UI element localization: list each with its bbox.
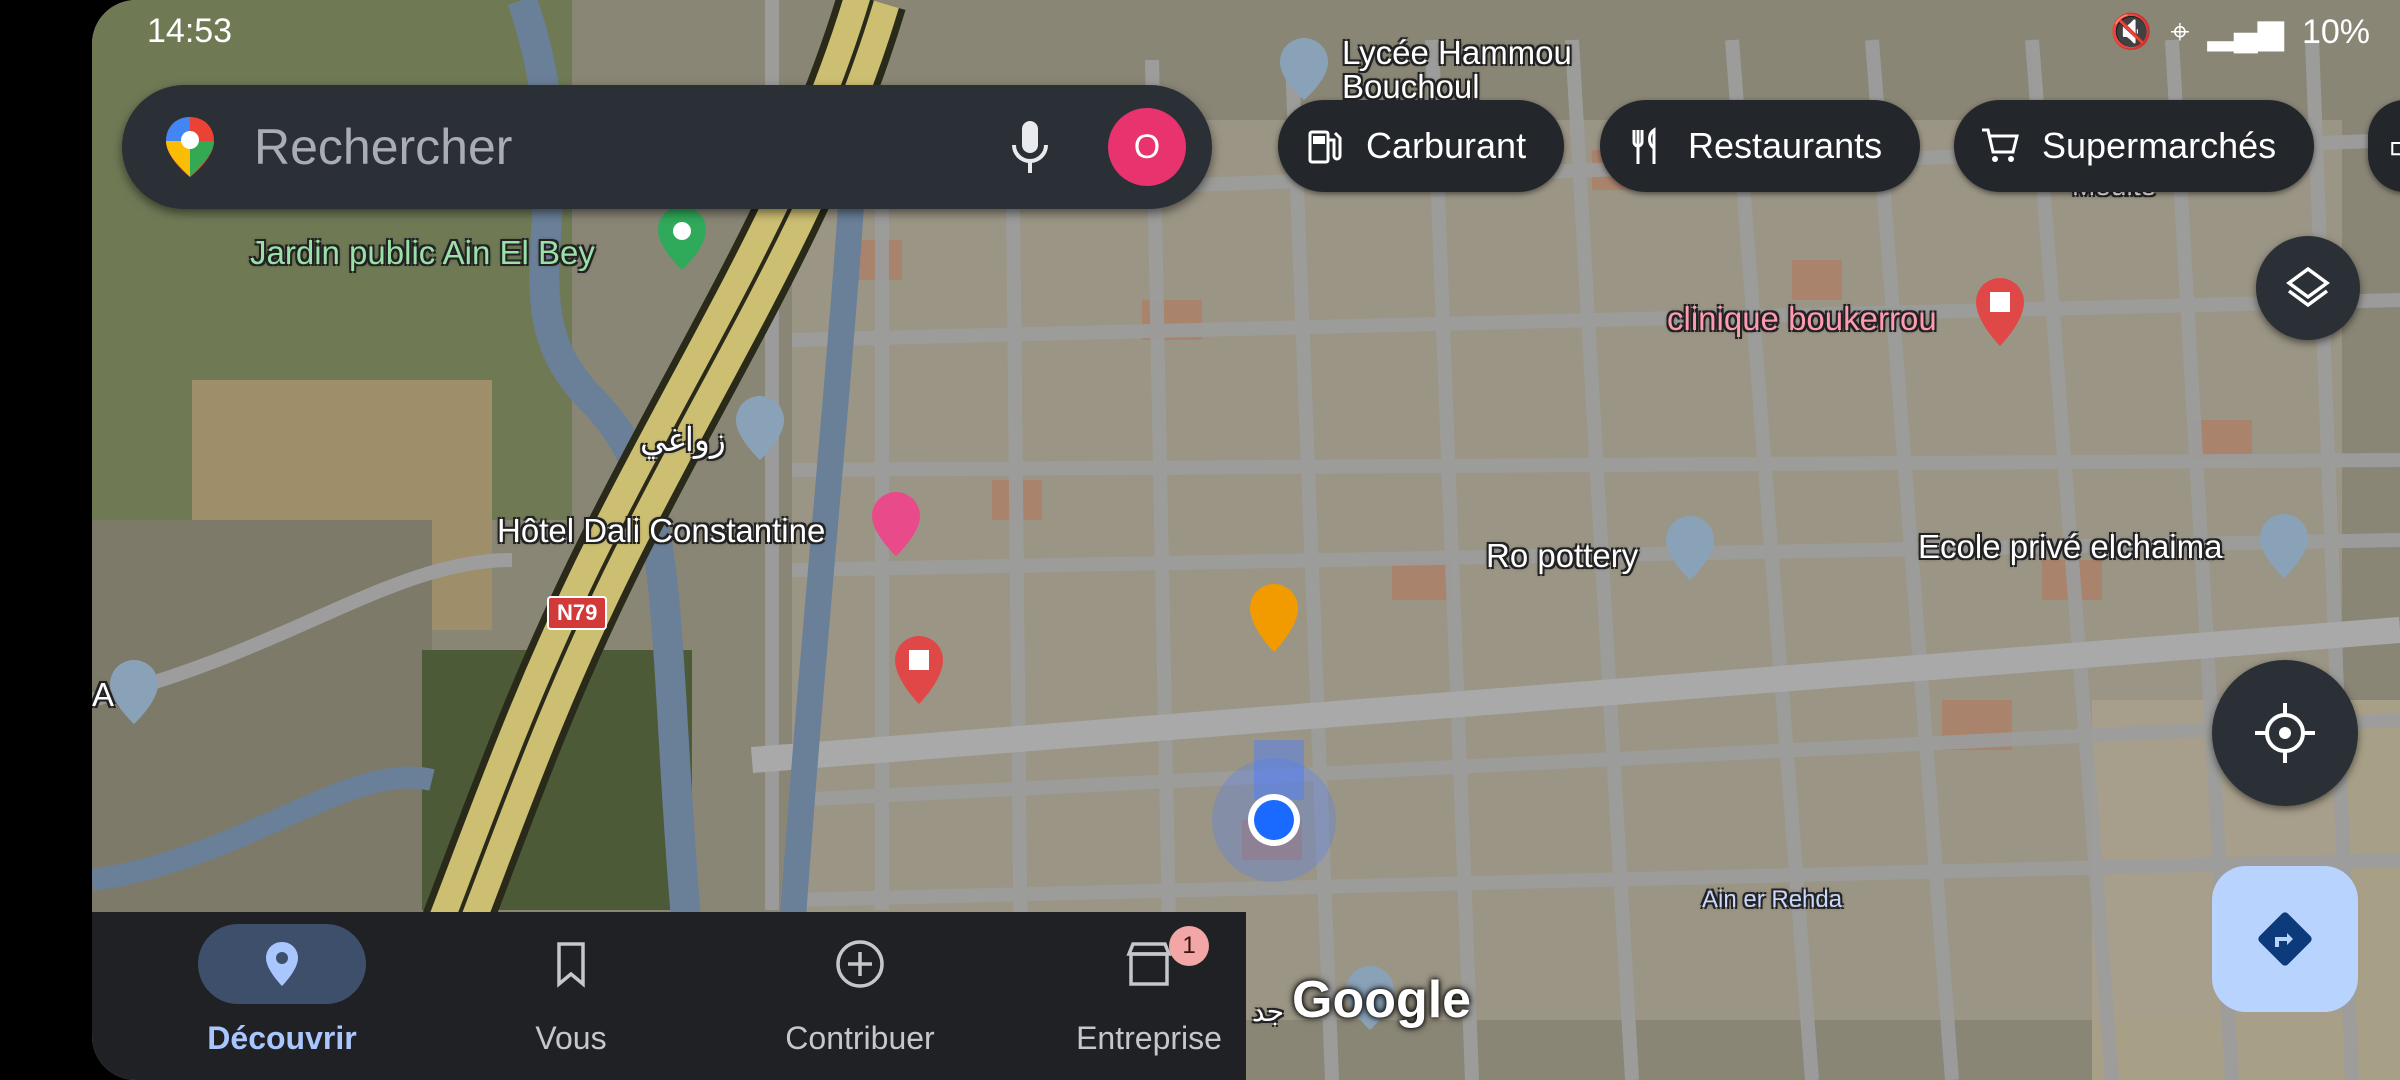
map-label-zouaghi[interactable]: زواغي bbox=[640, 420, 726, 459]
chip-label: Carburant bbox=[1366, 125, 1527, 166]
status-icons: 🔇 ⌖ ▂▄▆ 10% bbox=[2110, 12, 2370, 52]
nav-item-business[interactable]: Entreprise 1 bbox=[1009, 912, 1289, 1080]
chip-fuel[interactable]: Carburant bbox=[1278, 100, 1565, 192]
google-maps-logo-icon bbox=[166, 117, 214, 177]
map-label-jardin[interactable]: Jardin public Ain El Bey bbox=[250, 234, 595, 272]
bookmark-icon bbox=[557, 942, 585, 988]
nav-item-discover[interactable]: Découvrir bbox=[142, 912, 422, 1080]
map-label-ain-er-rehda: Ain er Rehda bbox=[1702, 886, 1843, 913]
nav-label: Vous bbox=[535, 1020, 607, 1056]
phone-screen: Lycée Hammou Bouchoul Jardin public Ain … bbox=[92, 0, 2400, 1080]
restaurant-icon bbox=[1632, 127, 1656, 164]
layers-button[interactable] bbox=[2256, 236, 2360, 340]
nav-item-contribute[interactable]: Contribuer bbox=[720, 912, 1000, 1080]
directions-button[interactable] bbox=[2212, 866, 2358, 1012]
notification-badge: 1 bbox=[1169, 926, 1209, 966]
crosshair-icon bbox=[2255, 703, 2315, 763]
battery-percent: 10% bbox=[2301, 12, 2370, 51]
chip-supermarkets[interactable]: Supermarchés bbox=[1954, 100, 2315, 192]
status-time: 14:53 bbox=[147, 12, 233, 50]
chip-restaurants[interactable]: Restaurants bbox=[1600, 100, 1921, 192]
nav-pill bbox=[776, 924, 944, 1004]
location-icon: ⌖ bbox=[2170, 12, 2190, 51]
map-label-clinique[interactable]: clinique boukerrou bbox=[1667, 300, 1937, 338]
more-chip-icon: ▭ bbox=[2388, 125, 2400, 167]
chip-label: Supermarchés bbox=[2042, 125, 2277, 166]
my-location-button[interactable] bbox=[2212, 660, 2358, 806]
map-label-pottery[interactable]: Ro pottery bbox=[1486, 537, 1638, 575]
nav-pill bbox=[1065, 924, 1233, 1004]
account-avatar[interactable]: O bbox=[1108, 108, 1186, 186]
mic-icon[interactable] bbox=[1010, 119, 1050, 175]
bottom-navigation: Découvrir Vous Contribuer Entreprise 1 bbox=[92, 912, 1246, 1080]
search-bar[interactable]: Rechercher O bbox=[122, 85, 1212, 209]
layers-icon bbox=[2286, 266, 2330, 308]
chip-label: Restaurants bbox=[1688, 125, 1883, 166]
nav-label: Découvrir bbox=[207, 1020, 357, 1056]
nav-pill bbox=[198, 924, 366, 1004]
mute-icon: 🔇 bbox=[2110, 13, 2153, 51]
fuel-icon bbox=[1308, 130, 1342, 164]
map-label-hotel[interactable]: Hôtel Dali Constantine bbox=[497, 512, 825, 550]
nav-item-you[interactable]: Vous bbox=[431, 912, 711, 1080]
map-label-edge-a: A bbox=[92, 676, 115, 713]
map-label-ecole[interactable]: Ecole privé elchaima bbox=[1918, 528, 2222, 566]
search-input[interactable]: Rechercher bbox=[254, 118, 1010, 176]
road-shield-n79: N79 bbox=[547, 596, 608, 630]
location-pin-icon bbox=[266, 942, 298, 986]
nav-label: Entreprise bbox=[1076, 1020, 1222, 1056]
google-watermark: Google bbox=[1292, 971, 1472, 1029]
status-bar: 14:53 🔇 ⌖ ▂▄▆ 10% bbox=[92, 10, 2400, 54]
directions-icon bbox=[2258, 912, 2312, 966]
storefront-icon bbox=[1126, 942, 1172, 986]
cart-icon bbox=[1982, 128, 2019, 162]
nav-pill bbox=[487, 924, 655, 1004]
add-circle-icon bbox=[836, 940, 884, 988]
signal-icon: ▂▄▆ bbox=[2207, 13, 2284, 51]
nav-label: Contribuer bbox=[785, 1020, 935, 1056]
